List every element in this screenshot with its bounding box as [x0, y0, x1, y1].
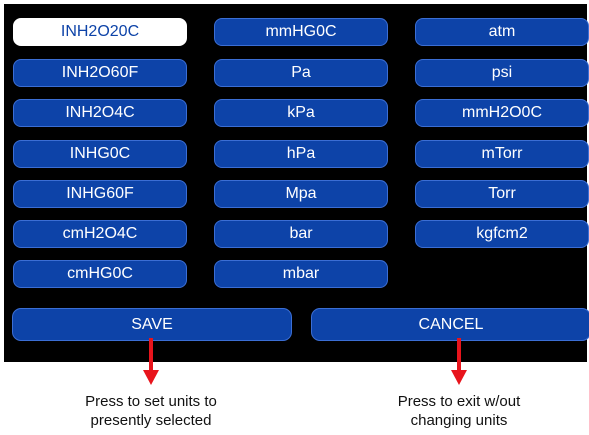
unit-button-mmhg0c[interactable]: mmHG0C	[214, 18, 388, 46]
unit-button-inhg60f[interactable]: INHG60F	[13, 180, 187, 208]
arrow-fill-shaft	[457, 338, 461, 372]
arrow-fill-shaft	[149, 338, 153, 372]
unit-button-torr[interactable]: Torr	[415, 180, 589, 208]
arrow-fill-head	[143, 370, 159, 385]
save-button[interactable]: SAVE	[12, 308, 292, 341]
arrow-fill-head	[451, 370, 467, 385]
unit-button-bar[interactable]: bar	[214, 220, 388, 248]
unit-button-cmh2o4c[interactable]: cmH2O4C	[13, 220, 187, 248]
unit-button-kgfcm2[interactable]: kgfcm2	[415, 220, 589, 248]
unit-button-mbar[interactable]: mbar	[214, 260, 388, 288]
unit-button-cmhg0c[interactable]: cmHG0C	[13, 260, 187, 288]
save-caption-line-2: presently selected	[90, 412, 212, 429]
unit-button-pa[interactable]: Pa	[214, 59, 388, 87]
unit-button-kpa[interactable]: kPa	[214, 99, 388, 127]
unit-button-hpa[interactable]: hPa	[214, 140, 388, 168]
unit-button-mpa[interactable]: Mpa	[214, 180, 388, 208]
save-caption-line-1: Press to set units to	[85, 393, 217, 410]
cancel-pointer-arrow-icon	[451, 338, 467, 385]
cancel-button[interactable]: CANCEL	[311, 308, 589, 341]
unit-button-mmh2o0c[interactable]: mmH2O0C	[415, 99, 589, 127]
unit-button-psi[interactable]: psi	[415, 59, 589, 87]
cancel-caption-line-2: changing units	[410, 412, 508, 429]
cancel-caption: Press to exit w/out changing units	[349, 392, 569, 430]
save-pointer-arrow-icon	[143, 338, 159, 385]
unit-button-inhg0c[interactable]: INHG0C	[13, 140, 187, 168]
unit-button-atm[interactable]: atm	[415, 18, 589, 46]
unit-button-inh2o20c[interactable]: INH2O20C	[13, 18, 187, 46]
cancel-caption-line-1: Press to exit w/out	[397, 393, 521, 410]
save-caption: Press to set units to presently selected	[41, 392, 261, 430]
unit-button-mtorr[interactable]: mTorr	[415, 140, 589, 168]
unit-button-inh2o60f[interactable]: INH2O60F	[13, 59, 187, 87]
unit-button-inh2o4c[interactable]: INH2O4C	[13, 99, 187, 127]
